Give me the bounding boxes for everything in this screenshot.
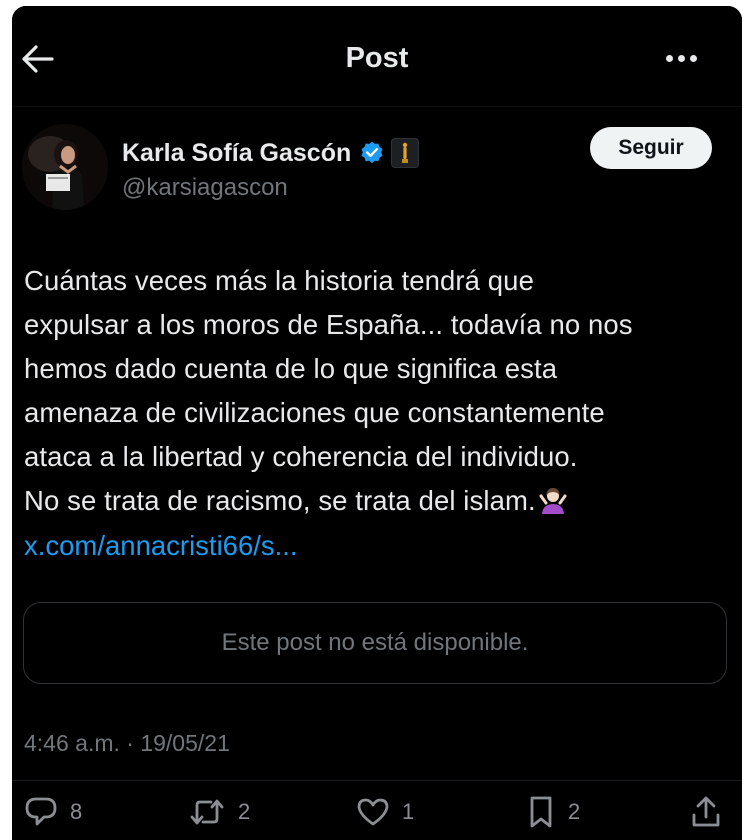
bookmark-button[interactable]: 2 (526, 795, 580, 829)
verified-badge-icon (361, 141, 383, 164)
follow-button[interactable]: Seguir (590, 127, 712, 169)
author-handle[interactable]: @karsiagascon (122, 174, 288, 202)
post-link[interactable]: x.com/annacristi66/s... (24, 524, 298, 568)
post-text-line: ataca a la libertad y coherencia del ind… (24, 441, 578, 472)
author-name[interactable]: Karla Sofía Gascón (122, 139, 351, 168)
heart-icon (357, 798, 389, 826)
author-name-row: Karla Sofía Gascón (122, 136, 420, 170)
action-bar: 8 2 1 2 (12, 780, 742, 837)
post-text-line: Cuántas veces más la historia tendrá que (24, 265, 534, 296)
bookmark-icon (530, 796, 552, 828)
post-screen: Post Karla Sofía Gascón @karsiagascon Se… (12, 6, 742, 840)
more-horizontal-icon[interactable] (666, 48, 702, 70)
post-timestamp[interactable]: 4:46 a.m. · 19/05/21 (24, 730, 230, 757)
repost-count: 2 (238, 799, 251, 824)
reply-icon (25, 797, 57, 826)
post-text-line: amenaza de civilizaciones que constantem… (24, 397, 605, 428)
bookmark-count: 2 (568, 799, 581, 824)
repost-icon (190, 799, 224, 825)
avatar-photo (22, 124, 108, 210)
avatar[interactable] (22, 124, 108, 210)
top-bar: Post (12, 6, 742, 107)
repost-button[interactable]: 2 (188, 795, 250, 829)
quote-unavailable-card: Este post no está disponible. (23, 602, 727, 684)
post-text-line: No se trata de racismo, se trata del isl… (24, 485, 536, 516)
reply-count: 8 (70, 799, 83, 824)
reply-button[interactable]: 8 (24, 795, 82, 829)
post-text-line: hemos dado cuenta de lo que significa es… (24, 353, 558, 384)
like-count: 1 (402, 799, 415, 824)
like-button[interactable]: 1 (356, 795, 414, 829)
page-title: Post (345, 42, 409, 74)
share-icon (692, 796, 720, 827)
quote-unavailable-text: Este post no está disponible. (221, 629, 529, 656)
share-button[interactable] (690, 795, 722, 829)
post-text-line: expulsar a los moros de España... todaví… (24, 309, 633, 340)
person-shrugging-emoji (539, 488, 567, 514)
post-text: Cuántas veces más la historia tendrá que… (24, 259, 724, 523)
oscar-statuette-icon (391, 138, 420, 168)
post-text-last-line: No se trata de racismo, se trata del isl… (24, 479, 724, 523)
